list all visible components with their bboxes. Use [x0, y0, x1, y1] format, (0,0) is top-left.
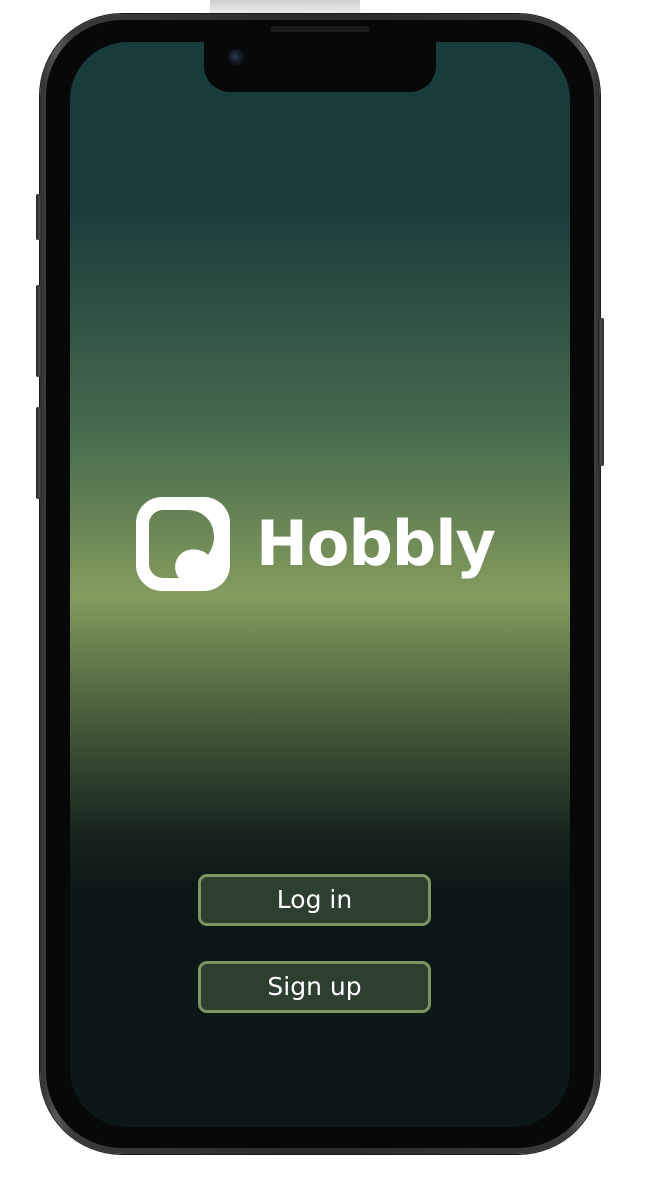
volume-down-button: [36, 407, 42, 499]
volume-up-button: [36, 285, 42, 377]
app-title: Hobbly: [256, 507, 496, 580]
earpiece-speaker: [270, 25, 370, 32]
front-camera-icon: [228, 49, 244, 65]
power-button: [598, 318, 604, 466]
signup-button[interactable]: Sign up: [198, 961, 431, 1013]
login-button-label: Log in: [276, 885, 353, 914]
login-button[interactable]: Log in: [198, 874, 431, 926]
hobbly-logo-icon: [136, 497, 230, 591]
silent-switch: [36, 194, 42, 240]
signup-button-label: Sign up: [267, 972, 362, 1001]
